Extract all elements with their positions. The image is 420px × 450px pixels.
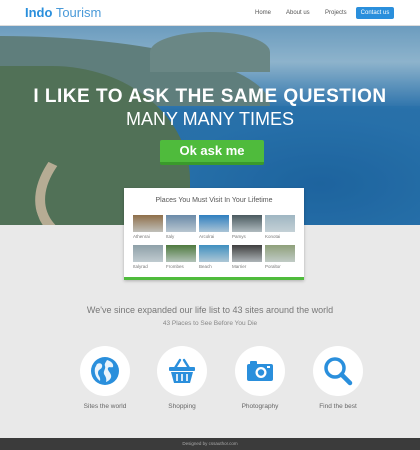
feature-shopping[interactable] <box>157 346 207 396</box>
feature-find-the-best[interactable] <box>313 346 363 396</box>
basket-icon <box>169 358 195 383</box>
nav-link-projects[interactable]: Projects <box>325 10 347 16</box>
place-caption: Athenrai <box>133 234 150 239</box>
search-icon <box>324 357 353 386</box>
feature-label: Find the best <box>319 403 357 410</box>
feature-sites-the-world[interactable] <box>80 346 130 396</box>
place-thumbnail[interactable] <box>265 245 295 262</box>
place-thumbnail[interactable] <box>133 245 163 262</box>
place-thumbnail[interactable] <box>133 215 163 232</box>
places-card: Places You Must Visit In Your Lifetime A… <box>124 188 304 280</box>
place-caption: Marrier <box>232 264 247 269</box>
hero-heading: I LIKE TO ASK THE SAME QUESTION <box>33 86 387 107</box>
place-caption: Frombes <box>166 264 184 269</box>
feature-photography[interactable] <box>235 346 285 396</box>
place-caption: Arcolrai <box>199 234 215 239</box>
feature-label: Shopping <box>168 403 196 410</box>
brand-logo[interactable]: Indo Tourism <box>25 6 101 20</box>
nav-link-home[interactable]: Home <box>255 10 271 16</box>
ok-ask-me-button[interactable]: Ok ask me <box>160 140 264 165</box>
place-caption: Poraltor <box>265 264 281 269</box>
place-thumbnail[interactable] <box>232 215 262 232</box>
place-thumbnail[interactable] <box>199 215 229 232</box>
tagline-sub: 43 Places to See Before You Die <box>162 320 258 327</box>
contact-us-button[interactable]: Contact us <box>356 7 394 19</box>
globe-icon <box>91 357 119 385</box>
hero-subheading: MANY MANY TIMES <box>125 109 295 129</box>
feature-label: Photography <box>241 403 279 410</box>
top-navbar: Indo Tourism Home About us Projects Cont… <box>0 0 420 26</box>
place-caption: Italyrad <box>133 264 148 269</box>
place-thumbnail[interactable] <box>166 215 196 232</box>
feature-label: Sites the world <box>83 403 127 410</box>
place-caption: Konotai <box>265 234 281 239</box>
place-caption: Pamys <box>232 234 246 239</box>
place-thumbnail[interactable] <box>265 215 295 232</box>
place-caption: Italy <box>166 234 175 239</box>
footer-credit[interactable]: Designed by cssauthor.com <box>0 441 420 446</box>
footer: Designed by cssauthor.com <box>0 438 420 450</box>
place-caption: Beach <box>199 264 212 269</box>
place-thumbnail[interactable] <box>232 245 262 262</box>
place-thumbnail[interactable] <box>199 245 229 262</box>
camera-icon <box>247 361 273 381</box>
nav-link-about[interactable]: About us <box>286 10 310 16</box>
brand-name-rest: Tourism <box>55 5 102 20</box>
brand-name-bold: Indo <box>25 5 53 20</box>
tagline-main: We've since expanded our life list to 43… <box>86 305 334 315</box>
place-thumbnail[interactable] <box>166 245 196 262</box>
places-card-title: Places You Must Visit In Your Lifetime <box>155 197 273 204</box>
